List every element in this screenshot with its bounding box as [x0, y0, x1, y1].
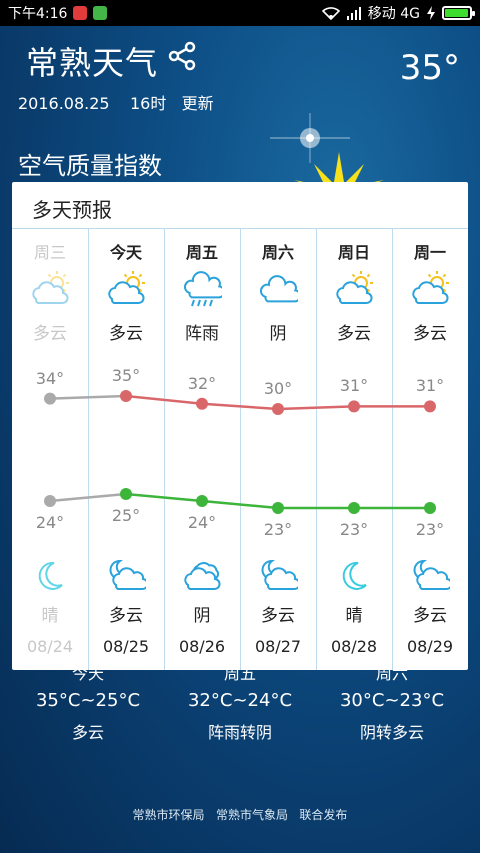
overcast-icon	[184, 562, 221, 590]
forecast-day-column[interactable]: 周一 多云 31° 23° 多云 08/29	[392, 229, 468, 670]
forecast-title: 多天预报	[32, 198, 112, 222]
night-condition: 多云	[261, 606, 295, 626]
date-label: 08/26	[178, 637, 226, 656]
partly-cloudy-sun-icon	[336, 271, 373, 304]
low-temp-label: 24°	[187, 513, 217, 532]
night-condition: 晴	[41, 606, 59, 626]
forecast-day-column[interactable]: 周六 阴 30° 23° 多云 08/27	[240, 229, 316, 670]
high-temp-label: 32°	[187, 373, 217, 393]
cloudy-moon-icon	[413, 559, 450, 590]
forecast-day-column[interactable]: 周日 多云 31° 23° 晴 08/28	[316, 229, 392, 670]
low-temp-label: 25°	[111, 506, 141, 525]
forecast-card: 多天预报 周三 多云 34° 24° 晴 08/24 今天 多云 35° 25°…	[12, 182, 468, 670]
current-temperature: 35°	[399, 48, 460, 88]
update-time: 2016.08.25 16时 更新	[18, 94, 214, 113]
day-summary[interactable]: 周六 30°C~23°C 阴转多云	[312, 660, 472, 743]
forecast-day-column[interactable]: 今天 多云 35° 25° 多云 08/25	[88, 229, 164, 670]
summary-day: 今天	[71, 664, 104, 683]
night-condition: 晴	[345, 606, 363, 626]
low-temp-label: 24°	[35, 513, 65, 532]
high-temp-label: 34°	[35, 368, 65, 388]
footer-credit: 常熟市环保局 常熟市气象局 联合发布	[132, 808, 348, 822]
date-label: 08/28	[330, 637, 378, 656]
partly-cloudy-sun-icon	[32, 271, 69, 304]
date-label: 08/27	[254, 637, 302, 656]
date-label: 08/29	[406, 637, 454, 656]
day-label: 周三	[33, 243, 66, 262]
cloudy-moon-icon	[109, 559, 146, 590]
summary-range: 30°C~23°C	[339, 690, 445, 711]
app-notification-icon	[73, 6, 88, 20]
cloudy-moon-icon	[261, 559, 298, 590]
day-condition: 多云	[413, 324, 447, 344]
city-title: 常熟天气	[26, 44, 159, 82]
partly-cloudy-sun-icon	[412, 271, 449, 304]
status-bar: 下午4:16 移动 4G	[0, 0, 480, 26]
signal-icon	[346, 7, 361, 20]
air-quality-title[interactable]: 空气质量指数	[18, 146, 162, 181]
day-condition: 阴	[269, 324, 287, 344]
high-temp-label: 35°	[111, 366, 141, 385]
day-condition: 多云	[33, 324, 67, 344]
forecast-day-column[interactable]: 周三 多云 34° 24° 晴 08/24	[12, 229, 88, 670]
summary-condition: 阵雨转阴	[207, 723, 272, 742]
battery-icon	[442, 6, 475, 20]
day-condition: 阵雨	[185, 324, 219, 344]
date-label: 08/24	[26, 637, 74, 656]
app-notification-icon-2	[93, 6, 108, 20]
day-summary[interactable]: 今天 35°C~25°C 多云	[8, 660, 168, 743]
high-temp-label: 31°	[339, 376, 369, 396]
day-condition: 多云	[109, 324, 143, 344]
night-condition: 阴	[193, 606, 211, 626]
wifi-icon	[321, 7, 340, 20]
day-condition: 多云	[337, 324, 371, 344]
day-label: 周日	[337, 243, 370, 262]
cloud-icon	[259, 275, 298, 303]
forecast-day-column[interactable]: 周五 阵雨 32° 24° 阴 08/26	[164, 229, 240, 670]
high-temp-label: 30°	[263, 379, 293, 398]
low-temp-label: 23°	[415, 520, 445, 539]
day-label: 周一	[413, 243, 446, 262]
charging-icon	[427, 6, 435, 20]
low-temp-label: 23°	[263, 520, 293, 539]
moon-icon	[342, 561, 367, 590]
day-summary[interactable]: 周五 32°C~24°C 阵雨转阴	[160, 660, 320, 743]
shower-icon	[183, 271, 222, 307]
low-temp-label: 23°	[339, 520, 369, 539]
share-icon[interactable]	[166, 40, 198, 72]
moon-icon	[38, 561, 63, 590]
summary-day: 周五	[223, 664, 256, 683]
day-label: 周五	[185, 243, 218, 262]
day-label: 周六	[261, 243, 294, 262]
day-label: 今天	[109, 243, 142, 262]
summary-day: 周六	[375, 664, 408, 683]
high-temp-label: 31°	[415, 376, 445, 396]
night-condition: 多云	[413, 606, 447, 626]
carrier-label: 移动 4G	[367, 6, 420, 22]
status-time: 下午4:16	[8, 6, 68, 22]
night-condition: 多云	[109, 606, 143, 626]
summary-condition: 多云	[71, 723, 104, 742]
summary-condition: 阴转多云	[359, 723, 424, 742]
summary-range: 32°C~24°C	[187, 690, 293, 711]
date-label: 08/25	[102, 637, 150, 656]
summary-range: 35°C~25°C	[35, 690, 141, 711]
partly-cloudy-sun-icon	[108, 271, 145, 304]
